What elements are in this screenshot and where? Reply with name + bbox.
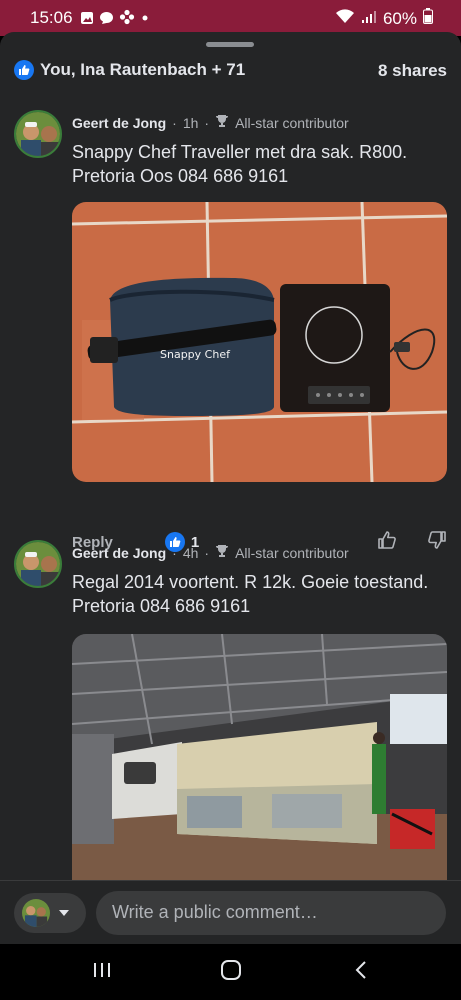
comment-photo[interactable] — [72, 634, 447, 894]
recents-icon[interactable] — [92, 960, 112, 985]
comment-composer: Write a public comment… — [0, 880, 461, 944]
chat-icon — [99, 10, 114, 30]
author-name[interactable]: Geert de Jong — [72, 115, 166, 131]
system-nav-bar — [0, 944, 461, 1000]
contributor-badge: All-star contributor — [235, 114, 349, 131]
comment: Geert de Jong · 1h · All-star contributo… — [0, 110, 461, 552]
back-icon[interactable] — [354, 960, 368, 985]
gallery-icon — [80, 10, 94, 30]
signal-icon — [361, 9, 377, 29]
comment-meta: Geert de Jong · 4h · All-star contributo… — [72, 544, 349, 561]
comment-text: Snappy Chef Traveller met dra sak. R800.… — [72, 142, 408, 186]
meta-separator: · — [204, 544, 210, 561]
notification-icons — [80, 9, 150, 30]
shares-count[interactable]: 8 shares — [378, 61, 447, 81]
product-label: Snappy Chef — [160, 348, 231, 361]
comment-photo[interactable]: Snappy Chef — [72, 202, 447, 482]
trophy-icon — [215, 114, 229, 131]
comment-age[interactable]: 4h — [183, 545, 199, 561]
comments-sheet[interactable]: You, Ina Rautenbach + 71 8 shares Geert … — [0, 32, 461, 936]
reaction-summary-text: You, Ina Rautenbach + 71 — [40, 60, 246, 79]
comment-age[interactable]: 1h — [183, 115, 199, 131]
comment-input[interactable]: Write a public comment… — [96, 891, 446, 935]
battery-icon — [423, 8, 433, 29]
comment: Geert de Jong · 4h · All-star contributo… — [0, 540, 461, 936]
composer-avatar — [22, 899, 50, 927]
like-icon — [14, 60, 34, 80]
dot-icon — [140, 10, 150, 30]
avatar[interactable] — [14, 540, 62, 588]
meta-separator: · — [172, 114, 177, 131]
status-bar: 15:06 60% — [0, 0, 461, 36]
meta-separator: · — [172, 544, 177, 561]
system-tray: 60% — [335, 8, 433, 29]
avatar[interactable] — [14, 110, 62, 158]
comment-meta: Geert de Jong · 1h · All-star contributo… — [72, 114, 349, 131]
trophy-icon — [215, 544, 229, 561]
chevron-down-icon — [58, 904, 70, 922]
home-icon[interactable] — [220, 960, 242, 985]
account-switcher[interactable] — [14, 893, 86, 933]
drag-handle[interactable] — [206, 42, 254, 47]
clock: 15:06 — [30, 8, 73, 27]
author-name[interactable]: Geert de Jong — [72, 545, 166, 561]
contributor-badge: All-star contributor — [235, 544, 349, 561]
reaction-summary[interactable]: You, Ina Rautenbach + 71 — [14, 60, 245, 80]
flower-icon — [119, 9, 135, 30]
battery-percent: 60% — [382, 8, 417, 28]
comment-text: Regal 2014 voortent. R 12k. Goeie toesta… — [72, 572, 429, 616]
wifi-icon — [335, 8, 355, 29]
meta-separator: · — [204, 114, 210, 131]
